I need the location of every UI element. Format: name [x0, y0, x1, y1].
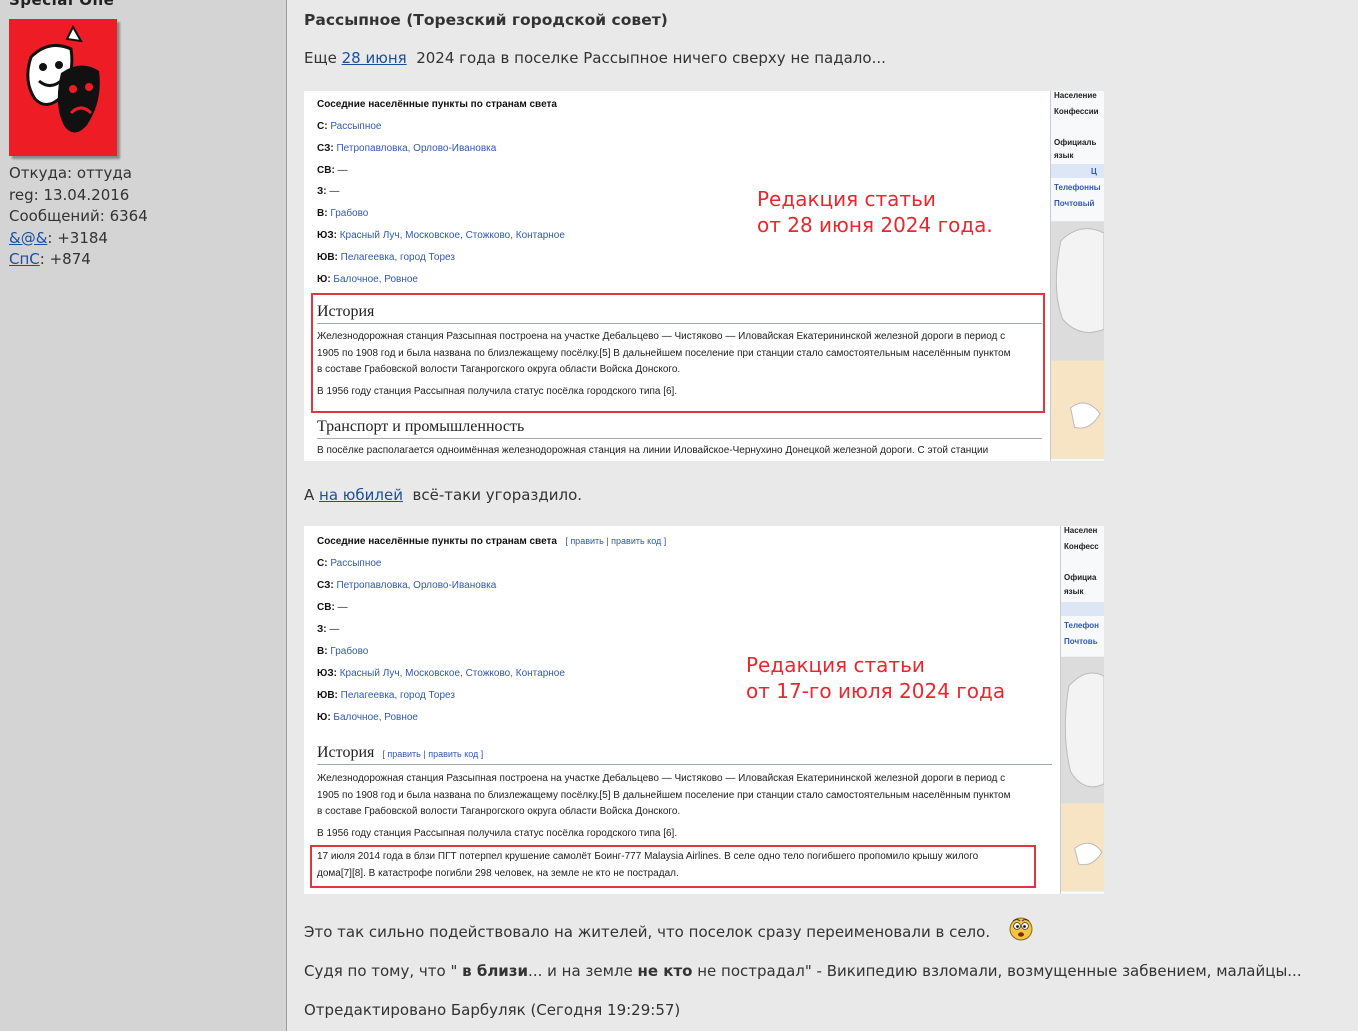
shot2-header: Соседние населённые пункты по странам св… — [317, 536, 667, 547]
user-sidebar: Special One Откуда: оттуда reg: 13.04.20… — [0, 0, 287, 1031]
direction-row: С: Рассыпное — [317, 121, 382, 132]
shot1-history-text: Железнодорожная станция Разсыпная постро… — [317, 331, 1011, 375]
shot1-history-1956: В 1956 году станция Рассыпная получила с… — [317, 386, 678, 397]
user-from: Откуда: оттуда — [9, 164, 132, 182]
direction-value[interactable]: Красный Луч, Московское, Стожково, Конта… — [340, 668, 565, 679]
direction-value[interactable]: Петропавловка, Орлово-Ивановка — [336, 143, 496, 154]
shot1-transport-text: В посёлке располагается одноимённая желе… — [317, 445, 989, 456]
direction-row: СЗ: Петропавловка, Орлово-Ивановка — [317, 143, 496, 154]
shot1-infobox: Население Конфессии Официаль язык Ц Теле… — [1050, 91, 1104, 461]
shot1-history-heading: История — [317, 303, 1042, 324]
direction-key: СВ: — [317, 164, 338, 176]
direction-row: З: — — [317, 186, 339, 197]
username[interactable]: Special One — [9, 0, 114, 9]
direction-value: — — [337, 602, 348, 613]
edited-note: Отредактировано Барбуляк (Сегодня 19:29:… — [304, 1001, 681, 1019]
shot1-map — [1051, 221, 1104, 459]
direction-value[interactable]: Грабово — [330, 646, 368, 657]
direction-row: З: — — [317, 624, 339, 635]
user-rep-2: СпС: +874 — [9, 250, 91, 268]
direction-row: Ю: Балочное, Ровное — [317, 712, 418, 723]
direction-row: ЮВ: Пелагеевка, город Торез — [317, 252, 455, 263]
direction-key: ЮВ: — [317, 251, 341, 263]
shot2-annotation: Редакция статьи от 17-го июля 2024 года — [746, 653, 1006, 703]
shot2-map — [1061, 656, 1104, 892]
direction-row: СЗ: Петропавловка, Орлово-Ивановка — [317, 580, 496, 591]
user-rep-1: &@&: +3184 — [9, 228, 108, 247]
user-reg: reg: 13.04.2016 — [9, 185, 130, 204]
shot2-history-heading: История[ править | править код ] — [317, 744, 1052, 765]
direction-value[interactable]: Рассыпное — [330, 121, 381, 132]
direction-key: С: — [317, 121, 331, 132]
direction-row: В: Грабово — [317, 646, 368, 657]
direction-row: ЮЗ: Красный Луч, Московское, Стожково, К… — [317, 668, 565, 679]
smiley-icon — [1009, 917, 1033, 941]
direction-row: СВ: — — [317, 602, 348, 613]
wiki-screenshot-july: Соседние населённые пункты по странам св… — [304, 526, 1104, 894]
direction-key: В: — [317, 646, 331, 657]
paragraph-2: А на юбилей всё-таки угораздило. — [304, 486, 583, 504]
paragraph-1: Еще 28 июня 2024 года в поселке Рассыпно… — [304, 49, 886, 67]
direction-key: СЗ: — [317, 580, 337, 591]
direction-value[interactable]: Грабово — [330, 208, 368, 219]
link-anniversary[interactable]: на юбилей — [319, 486, 403, 504]
shot2-history-text: Железнодорожная станция Разсыпная постро… — [317, 773, 1011, 817]
shot1-annotation: Редакция статьи от 28 июня 2024 года. — [757, 187, 993, 237]
direction-key: СЗ: — [317, 142, 337, 154]
direction-value[interactable]: Петропавловка, Орлово-Ивановка — [336, 580, 496, 591]
direction-row: С: Рассыпное — [317, 558, 382, 569]
direction-row: ЮВ: Пелагеевка, город Торез — [317, 690, 455, 701]
direction-row: ЮЗ: Красный Луч, Московское, Стожково, К… — [317, 230, 565, 241]
shot2-history-1956: В 1956 году станция Рассыпная получила с… — [317, 828, 678, 839]
shot1-header: Соседние населённые пункты по странам св… — [317, 99, 557, 110]
direction-key: Ю: — [317, 273, 334, 285]
wiki-screenshot-june: Соседние населённые пункты по странам св… — [304, 91, 1104, 461]
direction-value[interactable]: Рассыпное — [330, 558, 381, 569]
shot2-history-edit-links[interactable]: [ править | править код ] — [382, 749, 483, 759]
paragraph-3: Это так сильно подействовало на жителей,… — [304, 917, 1033, 941]
direction-value[interactable]: Балочное, Ровное — [333, 274, 418, 285]
shot2-edit-links[interactable]: [ править | править код ] — [565, 536, 666, 546]
paragraph-4: Судя по тому, что " в близи... и на земл… — [304, 962, 1302, 980]
user-info: Откуда: оттуда reg: 13.04.2016 Сообщений… — [9, 163, 148, 271]
post-title: Рассыпное (Торезский городской совет) — [304, 11, 668, 29]
direction-value: — — [337, 164, 348, 176]
direction-value[interactable]: Балочное, Ровное — [333, 712, 418, 723]
direction-key: СВ: — [317, 602, 338, 613]
shot1-transport-heading: Транспорт и промышленность — [317, 418, 1042, 439]
direction-value[interactable]: Красный Луч, Московское, Стожково, Конта… — [340, 230, 565, 241]
link-28-june[interactable]: 28 июня — [342, 49, 407, 67]
direction-key: ЮЗ: — [317, 668, 340, 679]
direction-value[interactable]: Пелагеевка, город Торез — [341, 252, 455, 263]
direction-row: Ю: Балочное, Ровное — [317, 274, 418, 285]
rep-link-1[interactable]: &@& — [9, 229, 47, 247]
direction-key: Ю: — [317, 712, 334, 723]
direction-key: З: — [317, 624, 330, 635]
direction-value[interactable]: Пелагеевка, город Торез — [341, 690, 455, 701]
direction-key: ЮЗ: — [317, 230, 340, 241]
direction-value: — — [329, 186, 340, 198]
direction-key: В: — [317, 208, 331, 220]
direction-key: ЮВ: — [317, 690, 341, 701]
shot2-crash-text: 17 июля 2014 года в блзи ПГТ потерпел кр… — [317, 851, 979, 879]
shot2-infobox: Населен Конфесс Официа язык Телефон Почт… — [1060, 526, 1104, 894]
direction-key: З: — [317, 186, 330, 198]
user-posts: Сообщений: 6364 — [9, 207, 148, 225]
avatar — [9, 19, 117, 156]
direction-value: — — [329, 624, 340, 635]
direction-row: В: Грабово — [317, 208, 368, 219]
direction-row: СВ: — — [317, 165, 348, 176]
direction-key: С: — [317, 558, 331, 569]
rep-link-2[interactable]: СпС — [9, 250, 40, 268]
